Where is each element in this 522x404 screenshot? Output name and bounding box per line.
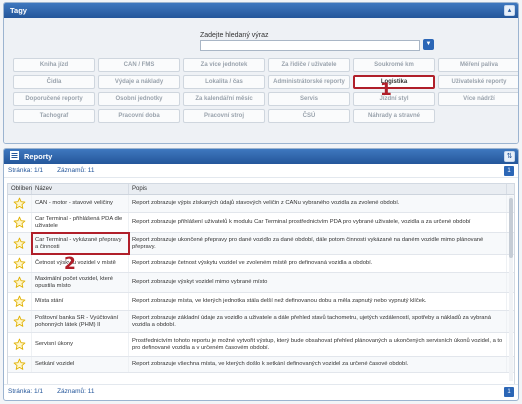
reports-panel: Reporty ⇅ Stránka: 1/1 Záznamů: 11 1 Obl… [3, 148, 519, 401]
tag-button[interactable]: Více nádrží [438, 92, 518, 106]
page-info-bottom: Stránka: 1/1 [8, 388, 44, 395]
records-info: Záznamů: 11 [57, 167, 95, 174]
report-description: Report zobrazuje všechna místa, ve který… [129, 357, 507, 372]
tag-button[interactable]: Výdaje a náklady [98, 75, 180, 89]
report-name[interactable]: CAN - motor - stavové veličiny [32, 195, 129, 212]
favorite-star-icon[interactable] [8, 311, 32, 332]
page-button-bottom[interactable]: 1 [504, 387, 514, 397]
tag-button[interactable]: Lokalita / čas [183, 75, 265, 89]
table-row[interactable]: Místa stání Report zobrazuje místa, ve kt… [8, 293, 514, 311]
favorite-star-icon[interactable] [8, 255, 32, 272]
report-name[interactable]: Maximální počet vozidel, které opustila … [32, 273, 129, 292]
table-row[interactable]: CAN - motor - stavové veličiny Report zob… [8, 195, 514, 213]
tag-button[interactable]: Jízdní styl [353, 92, 435, 106]
tag-button[interactable]: Za kalendářní měsíc [183, 92, 265, 106]
table-row[interactable]: Setkání vozidel Report zobrazuje všechna … [8, 357, 514, 373]
table-body: CAN - motor - stavové veličiny Report zob… [8, 195, 514, 373]
table-row[interactable]: Servisní úkony Prostřednictvím tohoto rep… [8, 333, 514, 357]
list-icon [10, 151, 19, 162]
tag-button[interactable]: CAN / FMS [98, 58, 180, 72]
tag-button[interactable]: Soukromé km [353, 58, 435, 72]
pager-top: Stránka: 1/1 Záznamů: 11 1 [4, 164, 518, 178]
table-row[interactable]: Car Terminal - přihlášená PDA dle uživat… [8, 213, 514, 233]
tag-button[interactable]: Logistika [353, 75, 435, 89]
report-name[interactable]: Četnost výskytu vozidel v místě [32, 255, 129, 272]
column-header-description[interactable]: Popis [129, 184, 507, 194]
report-description: Report zobrazuje výskyt vozidel mimo vyb… [129, 273, 507, 292]
favorite-star-icon[interactable] [8, 293, 32, 310]
collapse-icon[interactable]: ▴ [504, 5, 515, 16]
report-name[interactable]: Car Terminal - přihlášená PDA dle uživat… [32, 213, 129, 232]
pager-bottom: Stránka: 1/1 Záznamů: 11 1 [4, 384, 518, 398]
report-description: Report zobrazuje přihlášení uživatelů k … [129, 213, 507, 232]
report-description: Prostřednictvím tohoto reportu je možné … [129, 333, 507, 356]
tag-button[interactable]: Doporučené reporty [13, 92, 95, 106]
tag-button[interactable]: Kniha jízd [13, 58, 95, 72]
search-label: Zadejte hledaný výraz [200, 32, 269, 39]
favorite-star-icon[interactable] [8, 333, 32, 356]
callout-1: 1 [380, 80, 392, 100]
column-header-favorite[interactable]: Oblíben [8, 184, 32, 194]
tags-panel: Tagy ▴ Zadejte hledaný výraz ▼ Kniha jíz… [3, 2, 519, 144]
search-input[interactable] [200, 40, 420, 51]
table-row[interactable]: Maximální počet vozidel, které opustila … [8, 273, 514, 293]
scrollbar[interactable] [509, 196, 513, 381]
report-name[interactable]: Setkání vozidel [32, 357, 129, 372]
report-description: Report zobrazuje místa, ve kterých jedno… [129, 293, 507, 310]
filter-icon[interactable]: ▼ [423, 39, 434, 50]
report-description: Report zobrazuje základní údaje za vozid… [129, 311, 507, 332]
favorite-star-icon[interactable] [8, 195, 32, 212]
tag-button[interactable]: Za řidiče / uživatele [268, 58, 350, 72]
favorite-star-icon[interactable] [8, 233, 32, 254]
scroll-thumb[interactable] [509, 198, 513, 258]
sort-icon[interactable]: ⇅ [504, 151, 515, 162]
report-description: Report zobrazuje četnost výskytu vozidel… [129, 255, 507, 272]
favorite-star-icon[interactable] [8, 273, 32, 292]
table-row[interactable]: Car Terminal - vykázané přepravy a činno… [8, 232, 514, 255]
callout-2: 2 [64, 254, 76, 274]
favorite-star-icon[interactable] [8, 357, 32, 372]
tag-button[interactable]: Měření paliva [438, 58, 518, 72]
tag-button[interactable]: Tachograf [13, 109, 95, 123]
tag-button[interactable]: Za více jednotek [183, 58, 265, 72]
tags-body: Zadejte hledaný výraz ▼ Kniha jízd CAN / … [4, 18, 518, 143]
tag-button[interactable]: Náhrady a stravné [353, 109, 435, 123]
report-description: Report zobrazuje ukončené přepravy pro d… [129, 233, 507, 254]
tag-grid: Kniha jízd CAN / FMS Za více jednotek Za ři… [13, 58, 518, 123]
table-row[interactable]: Poštovní banka SR - Vyúčtování pohonných… [8, 311, 514, 333]
tag-button[interactable]: Čidla [13, 75, 95, 89]
tags-panel-title: Tagy [10, 6, 27, 15]
tag-button[interactable]: Uživatelské reporty [438, 75, 518, 89]
table-header: Oblíben Název Popis [8, 184, 514, 195]
tag-button[interactable]: Administrátorské reporty [268, 75, 350, 89]
reports-panel-title: Reporty [24, 152, 53, 161]
report-name[interactable]: Místa stání [32, 293, 129, 310]
favorite-star-icon[interactable] [8, 213, 32, 232]
tag-button[interactable]: Osobní jednotky [98, 92, 180, 106]
report-description: Report zobrazuje výpis získaných údajů s… [129, 195, 507, 212]
tag-button[interactable]: Servis [268, 92, 350, 106]
report-name[interactable]: Poštovní banka SR - Vyúčtování pohonných… [32, 311, 129, 332]
reports-panel-header: Reporty [4, 149, 518, 164]
tag-button[interactable]: Pracovní doba [98, 109, 180, 123]
report-name[interactable]: Servisní úkony [32, 333, 129, 356]
report-name[interactable]: Car Terminal - vykázané přepravy a činno… [31, 232, 130, 255]
tag-button[interactable]: ČSÚ [268, 109, 350, 123]
page-button[interactable]: 1 [504, 166, 514, 176]
reports-table: Oblíben Název Popis CAN - motor - stavov… [7, 183, 515, 385]
tags-panel-header[interactable]: Tagy [4, 3, 518, 18]
page-info: Stránka: 1/1 [8, 167, 44, 174]
table-row[interactable]: Četnost výskytu vozidel v místě Report zo… [8, 255, 514, 273]
records-info-bottom: Záznamů: 11 [57, 388, 95, 395]
column-header-name[interactable]: Název [32, 184, 129, 194]
tag-button[interactable]: Pracovní stroj [183, 109, 265, 123]
